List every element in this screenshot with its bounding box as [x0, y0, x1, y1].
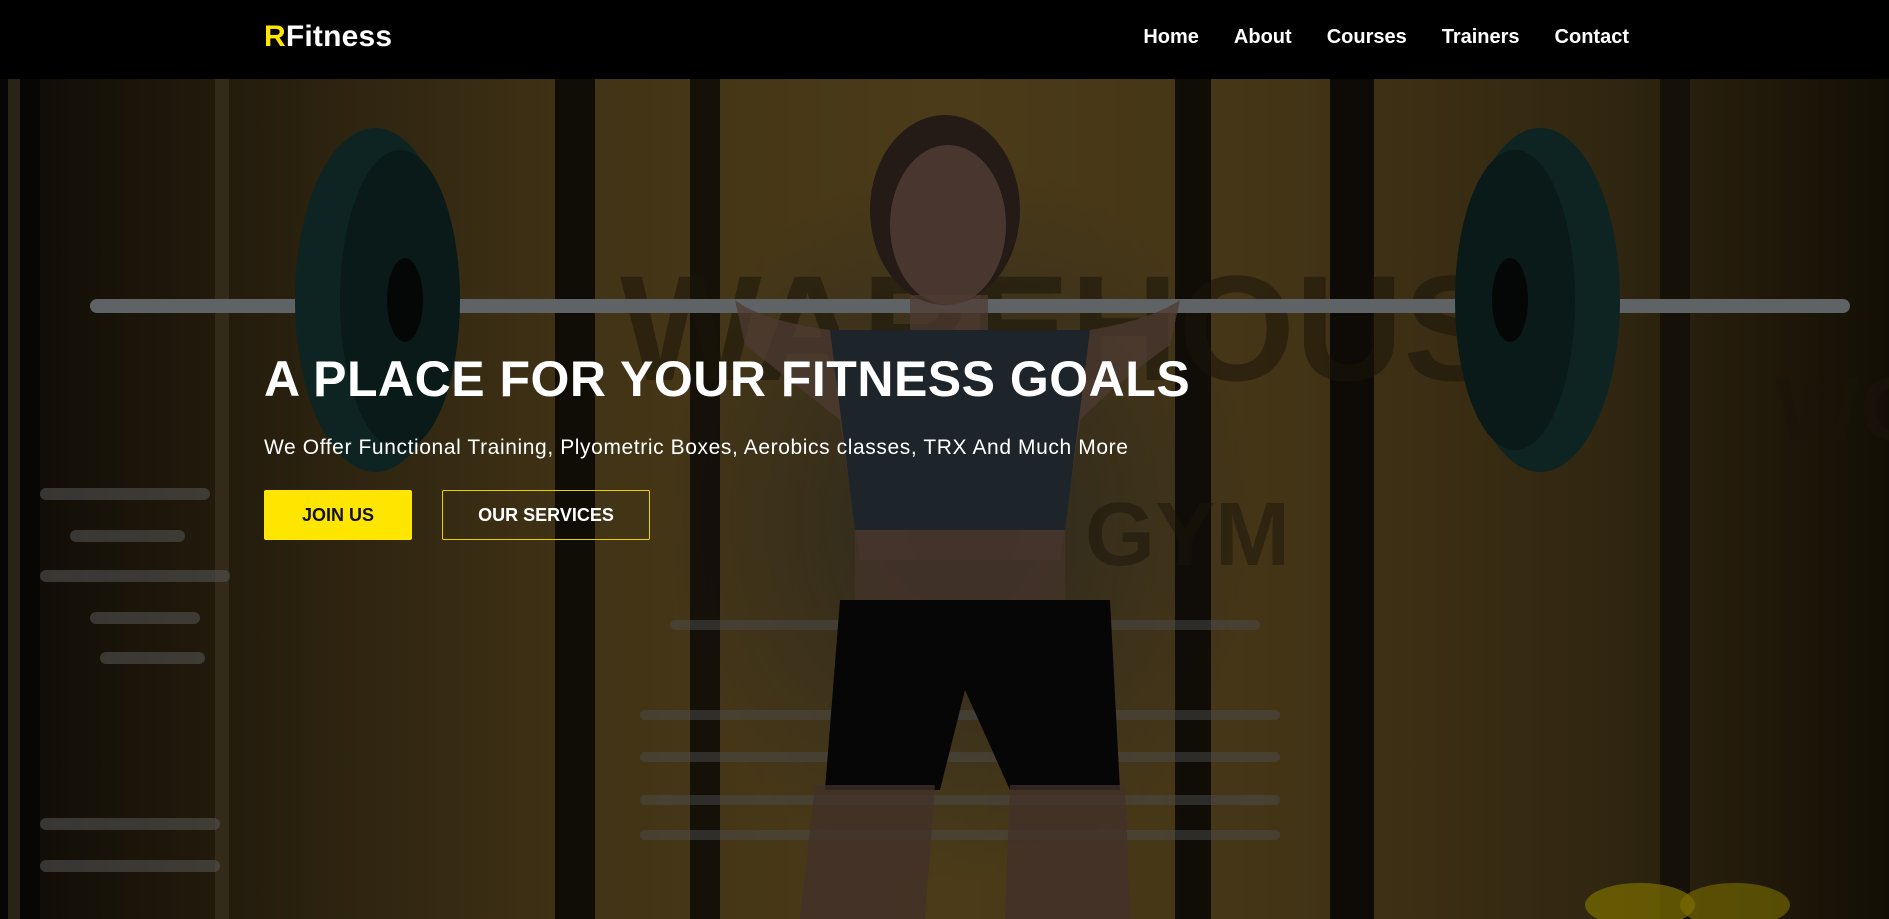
hero-buttons: JOIN US OUR SERVICES: [264, 490, 1190, 540]
logo-text: Fitness: [285, 20, 393, 53]
join-us-button[interactable]: JOIN US: [264, 490, 412, 540]
nav-link-contact[interactable]: Contact: [1555, 26, 1629, 49]
nav-links: Home About Courses Trainers Contact: [1108, 26, 1629, 49]
logo[interactable]: RFitness: [264, 20, 392, 54]
logo-accent-letter: R: [264, 20, 286, 53]
page: WAREHOUSE GYM WO: [0, 0, 1889, 919]
navbar: RFitness Home About Courses Trainers Con…: [0, 0, 1889, 79]
nav-link-about[interactable]: About: [1234, 26, 1292, 49]
hero-title: A PLACE FOR YOUR FITNESS GOALS: [264, 351, 1191, 407]
nav-link-home[interactable]: Home: [1143, 26, 1199, 49]
nav-link-courses[interactable]: Courses: [1327, 26, 1407, 49]
hero-content: A PLACE FOR YOUR FITNESS GOALS We Offer …: [264, 350, 1190, 540]
our-services-button[interactable]: OUR SERVICES: [442, 490, 650, 540]
nav-link-trainers[interactable]: Trainers: [1442, 26, 1520, 49]
hero-subtitle: We Offer Functional Training, Plyometric…: [264, 436, 1129, 459]
